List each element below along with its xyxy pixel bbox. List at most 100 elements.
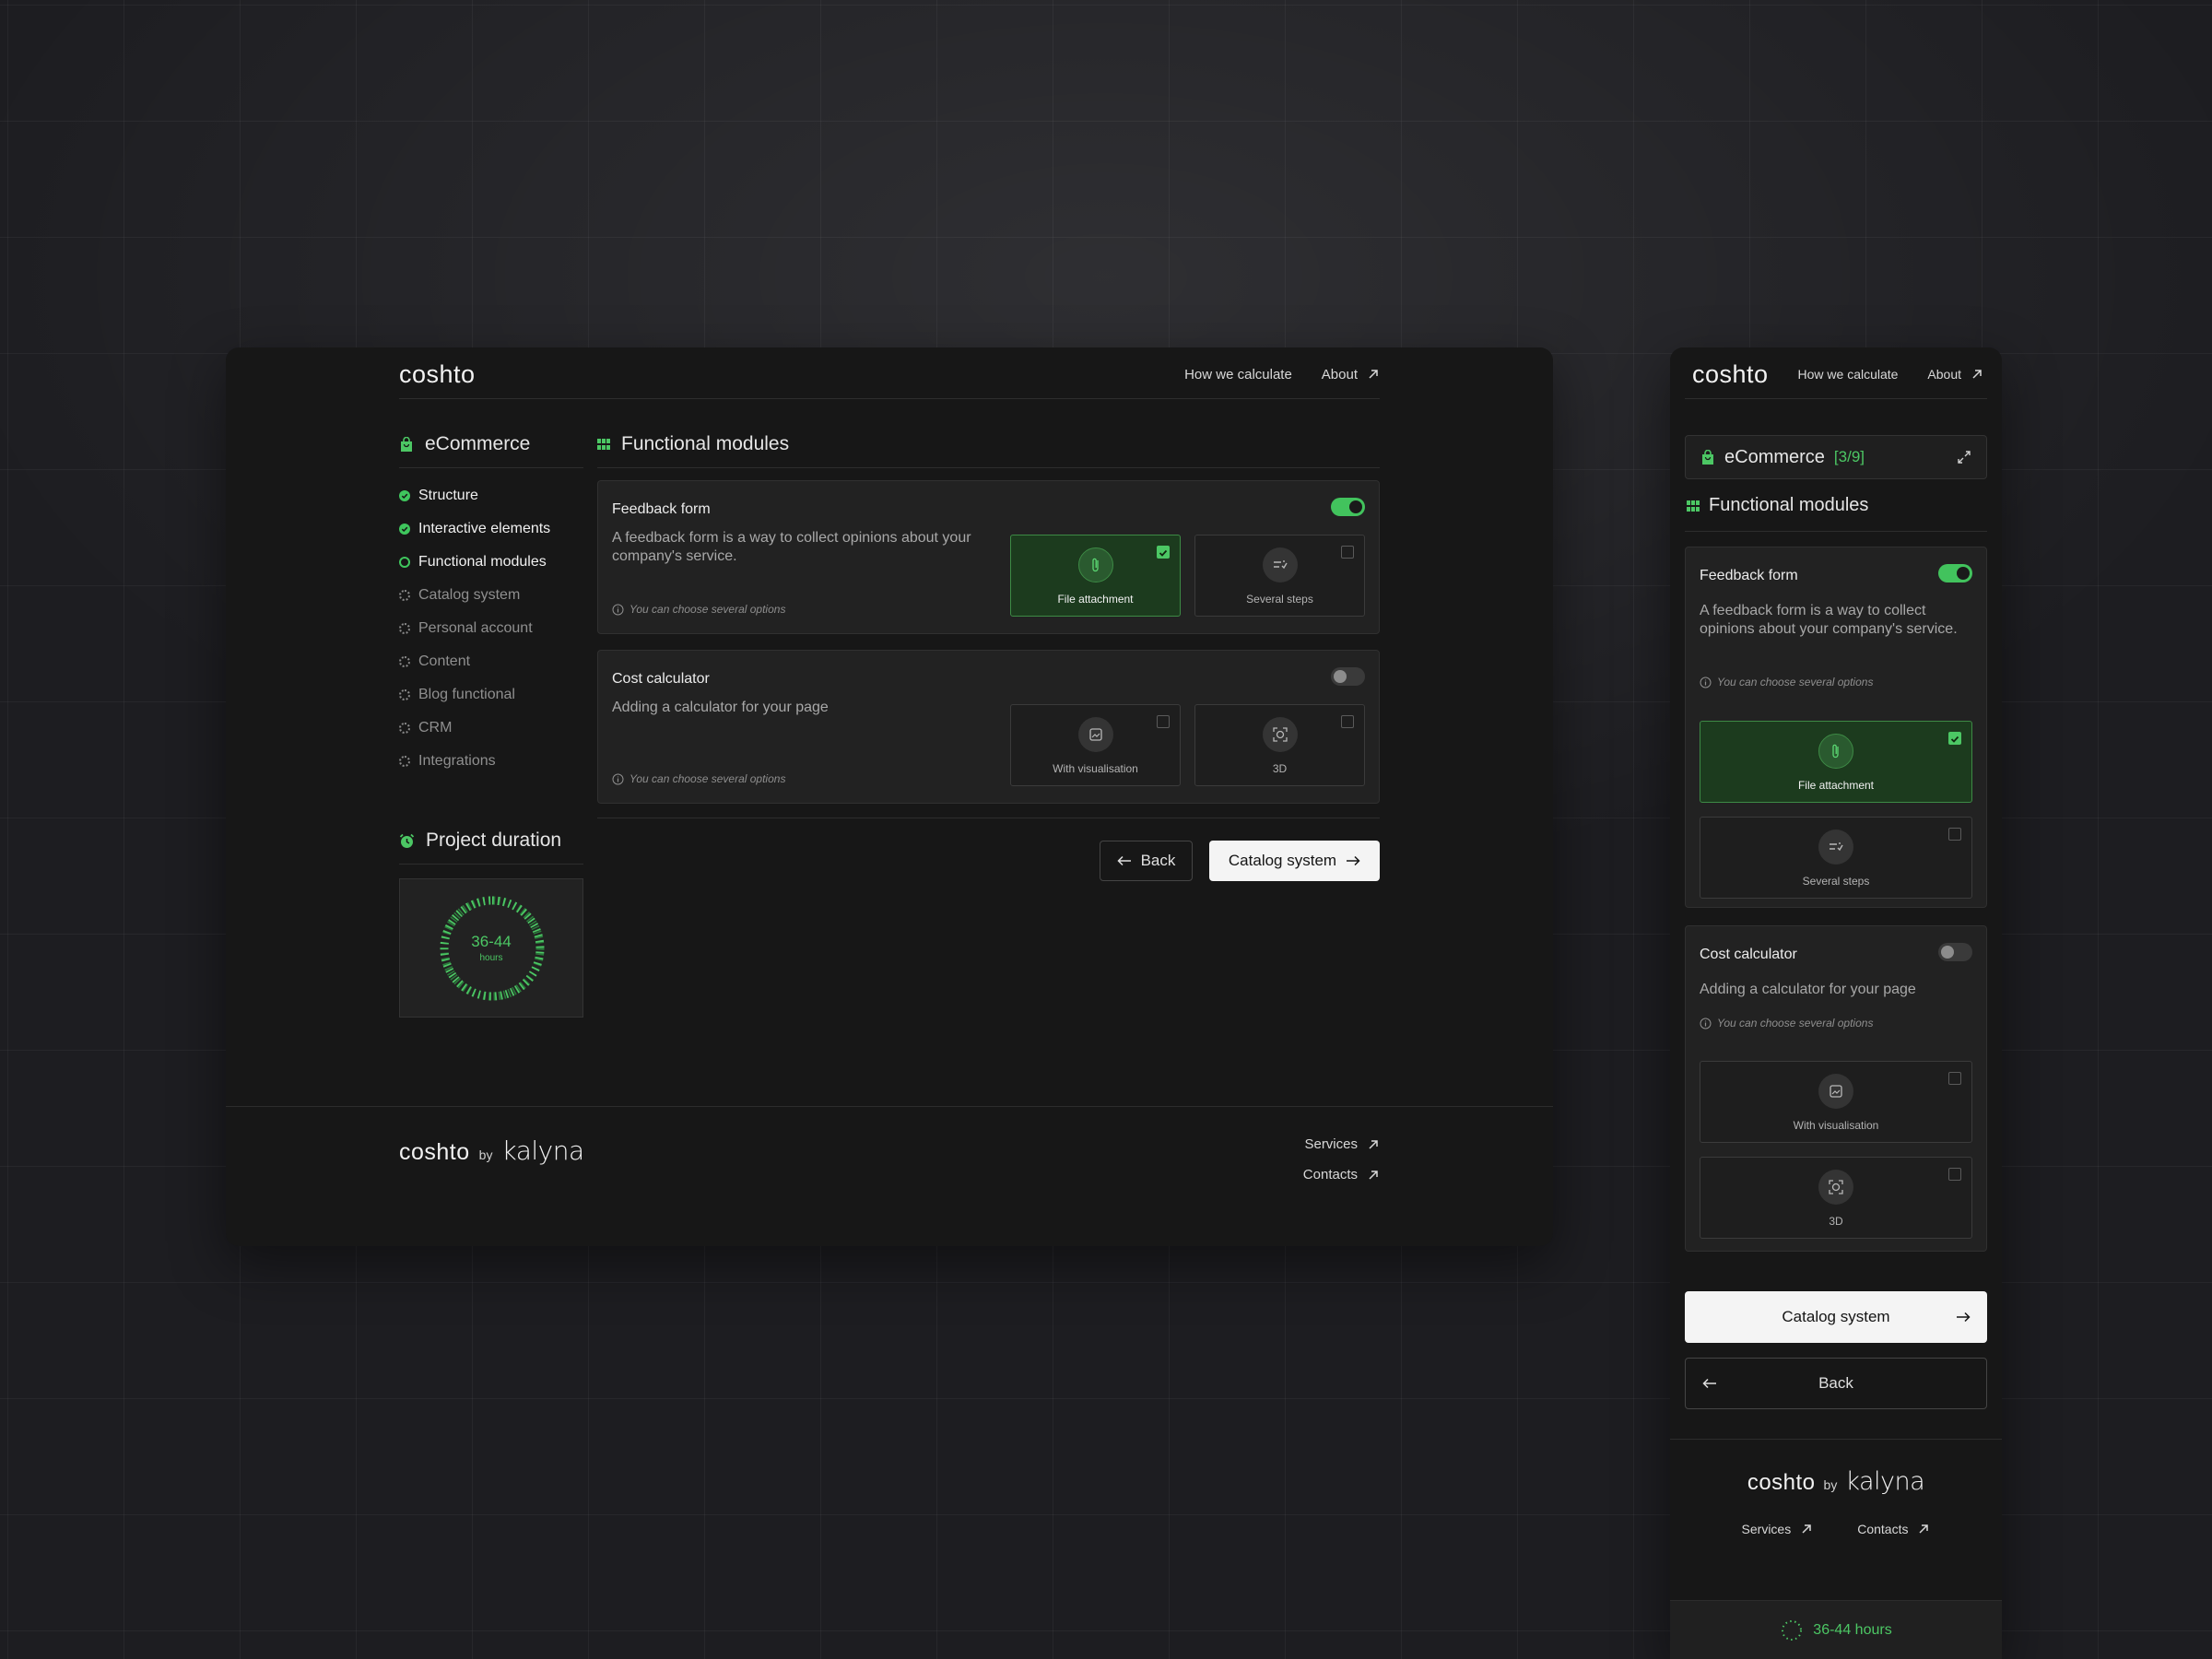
option-with-visualisation[interactable]: With visualisation (1010, 704, 1181, 786)
next-label: Catalog system (1782, 1308, 1890, 1325)
arrow-up-right-icon (1919, 1524, 1929, 1534)
pending-circle-icon (399, 756, 410, 767)
step-crm[interactable]: CRM (399, 712, 583, 745)
footer-logo[interactable]: coshto (399, 1139, 470, 1166)
hint-label: You can choose several options (629, 603, 786, 616)
footer-services-link[interactable]: Services (1303, 1136, 1380, 1152)
step-functional-modules[interactable]: Functional modules (399, 546, 583, 579)
module-card-cost-calculator: Cost calculator Adding a calculator for … (597, 650, 1380, 804)
arrow-right-icon (1347, 855, 1360, 866)
checkbox[interactable] (1948, 732, 1961, 745)
module-desc: A feedback form is a way to collect opin… (612, 530, 971, 564)
mobile-footer-links: Services Contacts (1670, 1522, 2002, 1536)
nav-about[interactable]: About (1322, 367, 1380, 382)
pending-circle-icon (399, 623, 410, 634)
step-label: Catalog system (418, 587, 521, 603)
module-desc: Adding a calculator for your page (612, 700, 829, 715)
checkbox[interactable] (1948, 1168, 1961, 1181)
checkbox[interactable] (1341, 546, 1354, 559)
module-title: Cost calculator (1700, 947, 1797, 962)
step-label: Personal account (418, 620, 533, 636)
grid-icon (597, 439, 610, 450)
mobile-back-button[interactable]: Back (1685, 1358, 1987, 1409)
kalyna-logo[interactable]: kalyna (1845, 1467, 1924, 1496)
contacts-label: Contacts (1857, 1522, 1909, 1536)
checkbox[interactable] (1948, 828, 1961, 841)
next-button[interactable]: Catalog system (1209, 841, 1380, 881)
sidebar-title: eCommerce (399, 430, 583, 458)
footer-contacts-link[interactable]: Contacts (1857, 1522, 1930, 1536)
current-circle-icon (399, 557, 410, 568)
mobile-nav-about[interactable]: About (1927, 367, 1983, 382)
back-button[interactable]: Back (1100, 841, 1193, 881)
mobile-window: coshto How we calculate About eCommerce … (1670, 347, 2002, 1659)
option-label: With visualisation (1793, 1119, 1879, 1132)
step-structure[interactable]: Structure (399, 479, 583, 512)
footer-brand: coshto by kalyna (399, 1135, 584, 1166)
next-label: Catalog system (1228, 852, 1337, 869)
module-title: Feedback form (1700, 568, 1798, 583)
mobile-logo[interactable]: coshto (1692, 360, 1769, 389)
expand-icon[interactable] (1957, 450, 1971, 465)
nav-about-label: About (1927, 367, 1961, 382)
services-label: Services (1304, 1136, 1358, 1152)
option-file-attachment[interactable]: File attachment (1010, 535, 1181, 617)
module-hint: You can choose several options (612, 772, 785, 785)
mobile-nav-how[interactable]: How we calculate (1798, 367, 1899, 382)
footer-by: by (1823, 1477, 1838, 1492)
checkbox[interactable] (1157, 715, 1170, 728)
3d-view-icon (1262, 717, 1298, 752)
option-3d[interactable]: 3D (1194, 704, 1365, 786)
loading-ring-icon (1782, 1620, 1803, 1641)
module-title: Cost calculator (612, 671, 710, 687)
mobile-step-selector[interactable]: eCommerce [3/9] (1685, 435, 1987, 479)
cost-calculator-toggle[interactable] (1331, 667, 1365, 686)
option-several-steps[interactable]: Several steps (1194, 535, 1365, 617)
checkbox[interactable] (1157, 546, 1170, 559)
checkbox[interactable] (1341, 715, 1354, 728)
back-label: Back (1140, 852, 1176, 869)
step-blog-functional[interactable]: Blog functional (399, 678, 583, 712)
check-circle-icon (399, 490, 410, 501)
info-icon (612, 604, 624, 615)
step-catalog-system[interactable]: Catalog system (399, 579, 583, 612)
footer-services-link[interactable]: Services (1742, 1522, 1814, 1536)
kalyna-logo[interactable]: kalyna (501, 1135, 584, 1166)
option-3d[interactable]: 3D (1700, 1157, 1972, 1239)
feedback-form-toggle[interactable] (1938, 564, 1972, 582)
module-card-feedback-form: Feedback form A feedback form is a way t… (597, 480, 1380, 634)
check-circle-icon (399, 524, 410, 535)
step-label: Interactive elements (418, 521, 551, 536)
mobile-main-divider (1685, 531, 1987, 532)
option-several-steps[interactable]: Several steps (1700, 817, 1972, 899)
header-divider (399, 398, 1380, 399)
step-integrations[interactable]: Integrations (399, 745, 583, 778)
cost-calculator-toggle[interactable] (1938, 943, 1972, 961)
step-content[interactable]: Content (399, 645, 583, 678)
step-label: Functional modules (418, 554, 547, 570)
pending-circle-icon (399, 590, 410, 601)
footer-logo[interactable]: coshto (1747, 1470, 1816, 1496)
contacts-label: Contacts (1302, 1167, 1358, 1182)
option-file-attachment[interactable]: File attachment (1700, 721, 1972, 803)
mobile-footer-brand: coshto by kalyna (1670, 1467, 2002, 1496)
step-interactive-elements[interactable]: Interactive elements (399, 512, 583, 546)
services-label: Services (1741, 1522, 1792, 1536)
duration-title-label: Project duration (426, 830, 562, 851)
option-with-visualisation[interactable]: With visualisation (1700, 1061, 1972, 1143)
feedback-form-toggle[interactable] (1331, 498, 1365, 516)
module-hint: You can choose several options (1700, 1017, 1873, 1030)
info-icon (612, 773, 624, 784)
step-label: Integrations (418, 753, 496, 769)
footer-contacts-link[interactable]: Contacts (1303, 1167, 1380, 1182)
option-label: 3D (1272, 762, 1288, 775)
mobile-next-button[interactable]: Catalog system (1685, 1291, 1987, 1343)
step-personal-account[interactable]: Personal account (399, 612, 583, 645)
shopping-bag-icon (1702, 449, 1713, 465)
mobile-duration-bar[interactable]: 36-44 hours (1670, 1600, 2002, 1659)
checkbox[interactable] (1948, 1072, 1961, 1085)
nav-how-we-calculate[interactable]: How we calculate (1184, 367, 1292, 382)
hint-label: You can choose several options (629, 772, 786, 785)
logo[interactable]: coshto (399, 360, 476, 389)
nav-how-label: How we calculate (1184, 366, 1292, 382)
